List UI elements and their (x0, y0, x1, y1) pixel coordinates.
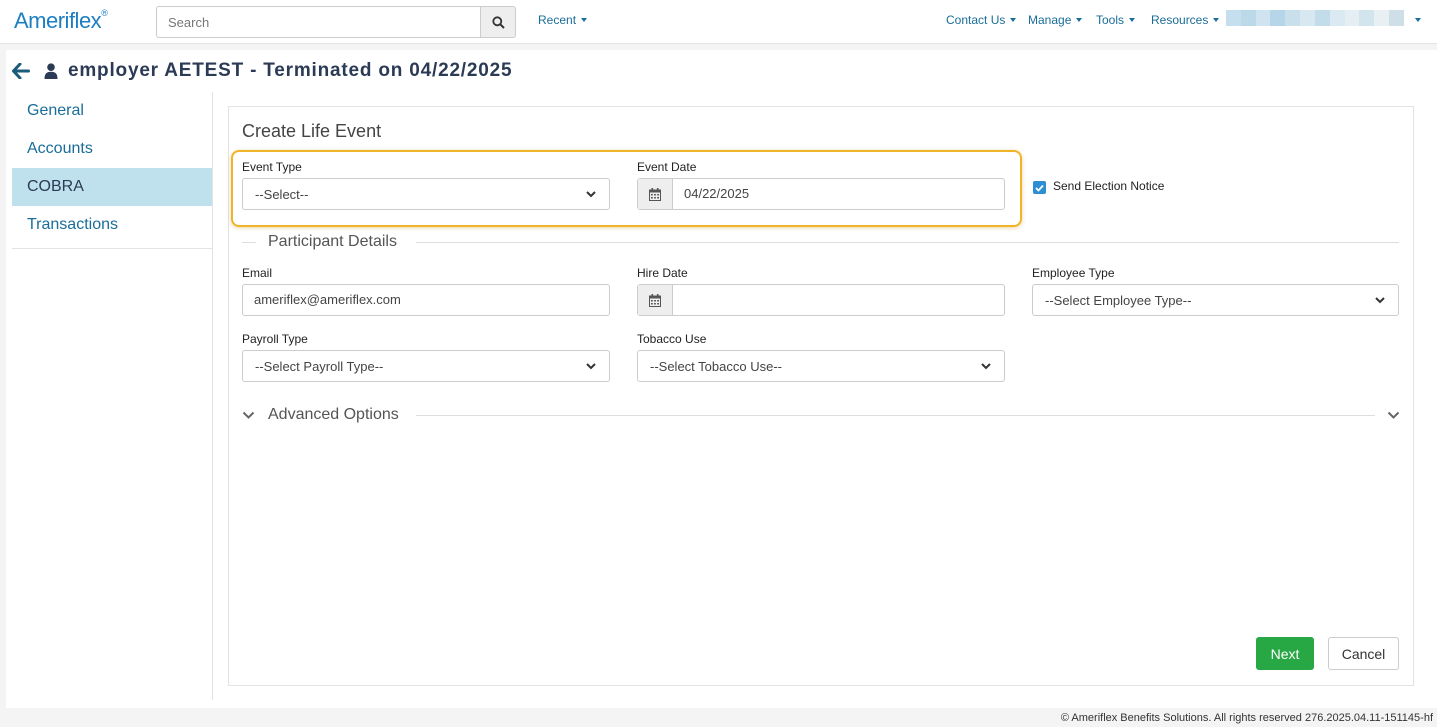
email-field[interactable]: ameriflex@ameriflex.com (242, 284, 610, 316)
section-divider (242, 242, 256, 243)
payroll-type-value: --Select Payroll Type-- (255, 358, 384, 374)
sidebar-item-cobra[interactable]: COBRA (12, 168, 212, 206)
employee-type-label: Employee Type (1032, 266, 1115, 280)
advanced-options-chevron-icon[interactable] (242, 409, 255, 421)
send-election-notice-checkbox[interactable] (1033, 181, 1046, 194)
nav-manage-dropdown[interactable]: Manage (1028, 13, 1083, 27)
payroll-type-label: Payroll Type (242, 332, 308, 346)
caret-down-icon (1076, 17, 1083, 22)
participant-details-heading: Participant Details (268, 233, 397, 250)
hire-date-label: Hire Date (637, 266, 688, 280)
expand-chevron-icon[interactable] (1387, 409, 1400, 421)
nav-manage-label: Manage (1028, 13, 1072, 27)
calendar-icon (649, 293, 661, 307)
nav-recent-label: Recent (538, 13, 577, 27)
chevron-down-icon (586, 363, 596, 370)
email-label: Email (242, 266, 273, 280)
caret-down-icon (1129, 17, 1136, 22)
sidebar-item-transactions[interactable]: Transactions (12, 206, 212, 244)
event-type-select[interactable]: --Select-- (242, 178, 610, 210)
sidebar-divider (12, 248, 212, 249)
nav-contact-us-dropdown[interactable]: Contact Us (946, 13, 1017, 27)
caret-down-icon (1010, 17, 1017, 22)
event-type-label: Event Type (242, 160, 302, 174)
logo-registered-mark: ® (101, 7, 108, 18)
chevron-down-icon (1375, 297, 1385, 304)
next-button[interactable]: Next (1256, 637, 1314, 670)
search-input[interactable] (156, 6, 480, 38)
cancel-button[interactable]: Cancel (1328, 637, 1399, 670)
hire-date-value (673, 285, 684, 315)
nav-resources-label: Resources (1151, 13, 1209, 27)
chevron-down-icon (981, 363, 991, 370)
tobacco-use-label: Tobacco Use (637, 332, 707, 346)
checkmark-icon (1035, 184, 1044, 192)
nav-tools-dropdown[interactable]: Tools (1096, 13, 1136, 27)
top-navbar: Ameriflex® Recent Contact Us Manage Tool… (0, 0, 1437, 44)
employee-type-select[interactable]: --Select Employee Type-- (1032, 284, 1399, 316)
footer-copyright: © Ameriflex Benefits Solutions. All righ… (1060, 712, 1433, 724)
sidebar-item-accounts[interactable]: Accounts (12, 130, 212, 168)
page-header: employer AETEST - Terminated on 04/22/20… (12, 60, 512, 82)
sidebar: General Accounts COBRA Transactions (12, 92, 213, 700)
caret-down-icon (1415, 17, 1421, 22)
tobacco-use-select[interactable]: --Select Tobacco Use-- (637, 350, 1005, 382)
calendar-icon-addon[interactable] (638, 285, 673, 315)
section-divider (416, 242, 1399, 243)
user-icon (44, 63, 58, 79)
back-arrow-icon[interactable] (12, 63, 30, 79)
user-menu-toggle[interactable] (1410, 13, 1421, 27)
sidebar-item-general[interactable]: General (12, 92, 212, 130)
search-button[interactable] (480, 6, 516, 38)
search-group (156, 6, 516, 38)
event-date-field[interactable]: 04/22/2025 (637, 178, 1005, 210)
employee-type-value: --Select Employee Type-- (1045, 292, 1192, 308)
calendar-icon-addon[interactable] (638, 179, 673, 209)
nav-resources-dropdown[interactable]: Resources (1151, 13, 1220, 27)
chevron-down-icon (586, 191, 596, 198)
event-date-label: Event Date (637, 160, 697, 174)
caret-down-icon (1213, 17, 1220, 22)
event-date-value: 04/22/2025 (684, 186, 750, 201)
search-icon (491, 15, 505, 29)
payroll-type-select[interactable]: --Select Payroll Type-- (242, 350, 610, 382)
section-divider (416, 415, 1375, 416)
logo-text: Ameriflex (14, 8, 102, 33)
page-title: employer AETEST - Terminated on 04/22/20… (68, 60, 513, 81)
advanced-options-heading[interactable]: Advanced Options (268, 406, 399, 424)
hire-date-field[interactable] (637, 284, 1005, 316)
caret-down-icon (581, 17, 588, 22)
calendar-icon (649, 187, 661, 201)
panel-title: Create Life Event (242, 121, 382, 141)
nav-recent-dropdown[interactable]: Recent (538, 13, 588, 27)
nav-contact-us-label: Contact Us (946, 13, 1006, 27)
event-type-value: --Select-- (255, 186, 309, 202)
nav-tools-label: Tools (1096, 13, 1125, 27)
user-menu-redacted[interactable] (1226, 10, 1404, 26)
tobacco-use-value: --Select Tobacco Use-- (650, 358, 782, 374)
ameriflex-logo[interactable]: Ameriflex® (14, 7, 108, 34)
send-election-notice-label[interactable]: Send Election Notice (1053, 179, 1164, 193)
